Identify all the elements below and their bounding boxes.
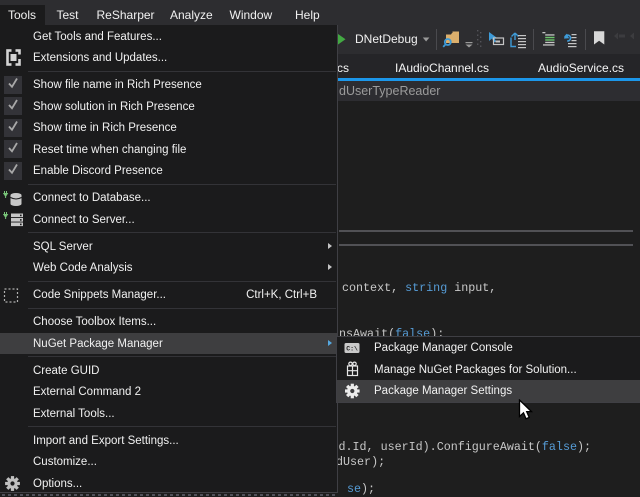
svg-text:C:\: C:\ xyxy=(346,345,358,352)
